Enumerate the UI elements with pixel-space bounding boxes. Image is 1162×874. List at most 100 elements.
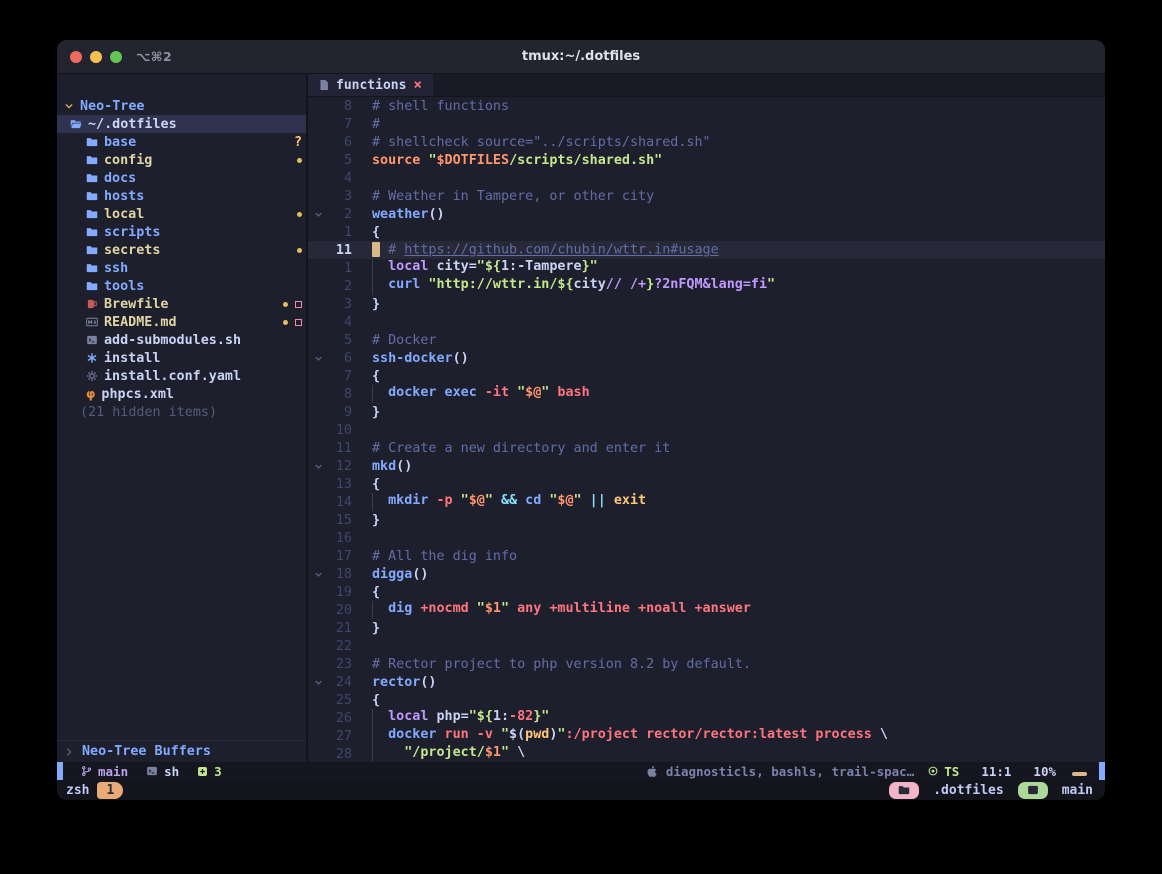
minimize-button[interactable] (90, 51, 102, 63)
line-number: 5 (324, 333, 352, 348)
tree-item-local[interactable]: local (57, 205, 306, 223)
line-content: docker exec -it "$@" bash (372, 385, 590, 403)
tree-item-label: config (104, 153, 152, 168)
lsp-clients-label: diagnosticls, bashls, trail-spac… (666, 764, 914, 779)
close-button[interactable] (70, 51, 82, 63)
code-line[interactable]: 27 docker run -v "$(pwd)":/project recto… (308, 727, 1105, 745)
code-line[interactable]: 1 local city="${1:-Tampere}" (308, 259, 1105, 277)
code-line[interactable]: 6# shellcheck source="../scripts/shared.… (308, 133, 1105, 151)
line-content: # All the dig info (372, 549, 517, 564)
tmux-host-name: main (1062, 783, 1093, 798)
code-line[interactable]: 12mkd() (308, 457, 1105, 475)
folder-icon (898, 784, 910, 796)
apple-icon (647, 765, 658, 778)
tree-item-dotfiles-root[interactable]: ~/.dotfiles (57, 115, 306, 133)
fold-chevron-icon[interactable] (312, 570, 324, 579)
tree-item-ssh[interactable]: ssh (57, 259, 306, 277)
folder-icon (86, 244, 98, 256)
code-line[interactable]: 2 curl "http://wttr.in/${city// /+}?2nFQ… (308, 277, 1105, 295)
tmux-host-badge[interactable] (1018, 782, 1048, 799)
code-line[interactable]: 13{ (308, 475, 1105, 493)
code-line[interactable]: 7{ (308, 367, 1105, 385)
tree-item-readme-md[interactable]: README.md (57, 313, 306, 331)
chevron-right-icon (64, 747, 74, 757)
code-line[interactable]: 5# Docker (308, 331, 1105, 349)
tree-item-scripts[interactable]: scripts (57, 223, 306, 241)
zoom-button[interactable] (110, 51, 122, 63)
code-line[interactable]: 15} (308, 511, 1105, 529)
code-line[interactable]: 20 dig +nocmd "$1" any +multiline +noall… (308, 601, 1105, 619)
tree-item-base[interactable]: base? (57, 133, 306, 151)
code-line[interactable]: 8 docker exec -it "$@" bash (308, 385, 1105, 403)
code-line[interactable]: 4 (308, 313, 1105, 331)
tree-item-label: tools (104, 279, 144, 294)
tmux-window-name[interactable]: zsh (66, 783, 89, 798)
code-line[interactable]: 3# Weather in Tampere, or other city (308, 187, 1105, 205)
code-line[interactable]: 17# All the dig info (308, 547, 1105, 565)
tree-item-tools[interactable]: tools (57, 277, 306, 295)
tab-functions[interactable]: functions × (308, 74, 433, 96)
tree-item-docs[interactable]: docs (57, 169, 306, 187)
line-number: 7 (324, 117, 352, 132)
tree-item-hosts[interactable]: hosts (57, 187, 306, 205)
terminal-icon (86, 334, 98, 346)
line-content: mkdir -p "$@" && cd "$@" || exit (372, 493, 646, 511)
line-number: 9 (324, 405, 352, 420)
fold-chevron-icon[interactable] (312, 210, 324, 219)
code-line[interactable]: 6ssh-docker() (308, 349, 1105, 367)
code-line-current[interactable]: 11 # https://github.com/chubin/wttr.in#u… (308, 241, 1105, 259)
code-line[interactable]: 18digga() (308, 565, 1105, 583)
code-line[interactable]: 21} (308, 619, 1105, 637)
tree-item-phpcs-xml[interactable]: φphpcs.xml (57, 385, 306, 403)
fold-chevron-icon[interactable] (312, 354, 324, 363)
tmux-window-index-badge[interactable]: 1 (97, 782, 123, 799)
line-number: 22 (324, 639, 352, 654)
code-line[interactable]: 25{ (308, 691, 1105, 709)
line-content: # (372, 117, 380, 132)
treesitter-label: TS (944, 764, 959, 779)
folder-icon (86, 154, 98, 166)
indent-guide (372, 493, 380, 511)
xml-icon: φ (86, 387, 95, 401)
indent-guide (372, 745, 380, 762)
code-line[interactable]: 9} (308, 403, 1105, 421)
tree-item-brewfile[interactable]: Brewfile (57, 295, 306, 313)
code-line[interactable]: 22 (308, 637, 1105, 655)
code-line[interactable]: 3} (308, 295, 1105, 313)
unstaged-square-badge (295, 319, 302, 326)
code-line[interactable]: 5source "$DOTFILES/scripts/shared.sh" (308, 151, 1105, 169)
code-line[interactable]: 2weather() (308, 205, 1105, 223)
tree-item-install-conf-yaml[interactable]: install.conf.yaml (57, 367, 306, 385)
code-line[interactable]: 1{ (308, 223, 1105, 241)
fold-chevron-icon[interactable] (312, 678, 324, 687)
line-number: 13 (324, 477, 352, 492)
code-line[interactable]: 28 "/project/$1" \ (308, 745, 1105, 762)
code-line[interactable]: 19{ (308, 583, 1105, 601)
code-line[interactable]: 10 (308, 421, 1105, 439)
tree-item-install[interactable]: install (57, 349, 306, 367)
neo-tree-buffers-header[interactable]: Neo-Tree Buffers (57, 740, 306, 762)
code-buffer[interactable]: 8# shell functions7#6# shellcheck source… (308, 97, 1105, 762)
code-line[interactable]: 8# shell functions (308, 97, 1105, 115)
code-line[interactable]: 7# (308, 115, 1105, 133)
progress-marker (1072, 772, 1087, 776)
line-number: 10 (324, 423, 352, 438)
code-line[interactable]: 24rector() (308, 673, 1105, 691)
code-line[interactable]: 4 (308, 169, 1105, 187)
code-line[interactable]: 14 mkdir -p "$@" && cd "$@" || exit (308, 493, 1105, 511)
tmux-status-bar: zsh 1 .dotfiles main (57, 780, 1105, 800)
indent-guide (372, 277, 380, 295)
tree-item-config[interactable]: config (57, 151, 306, 169)
code-line[interactable]: 26 local php="${1:-82}" (308, 709, 1105, 727)
code-line[interactable]: 11# Create a new directory and enter it (308, 439, 1105, 457)
tree-item-secrets[interactable]: secrets (57, 241, 306, 259)
git-branch-name: main (98, 764, 128, 779)
neo-tree-header[interactable]: Neo-Tree (57, 97, 306, 115)
tmux-session-badge[interactable] (889, 782, 919, 799)
tree-item-add-submodules-sh[interactable]: add-submodules.sh (57, 331, 306, 349)
code-line[interactable]: 23# Rector project to php version 8.2 by… (308, 655, 1105, 673)
fold-chevron-icon[interactable] (312, 462, 324, 471)
code-line[interactable]: 16 (308, 529, 1105, 547)
tab-close-icon[interactable]: × (413, 77, 421, 93)
statusline: main sh 3 diagnosticls, bashls, trail-sp… (57, 762, 1105, 780)
